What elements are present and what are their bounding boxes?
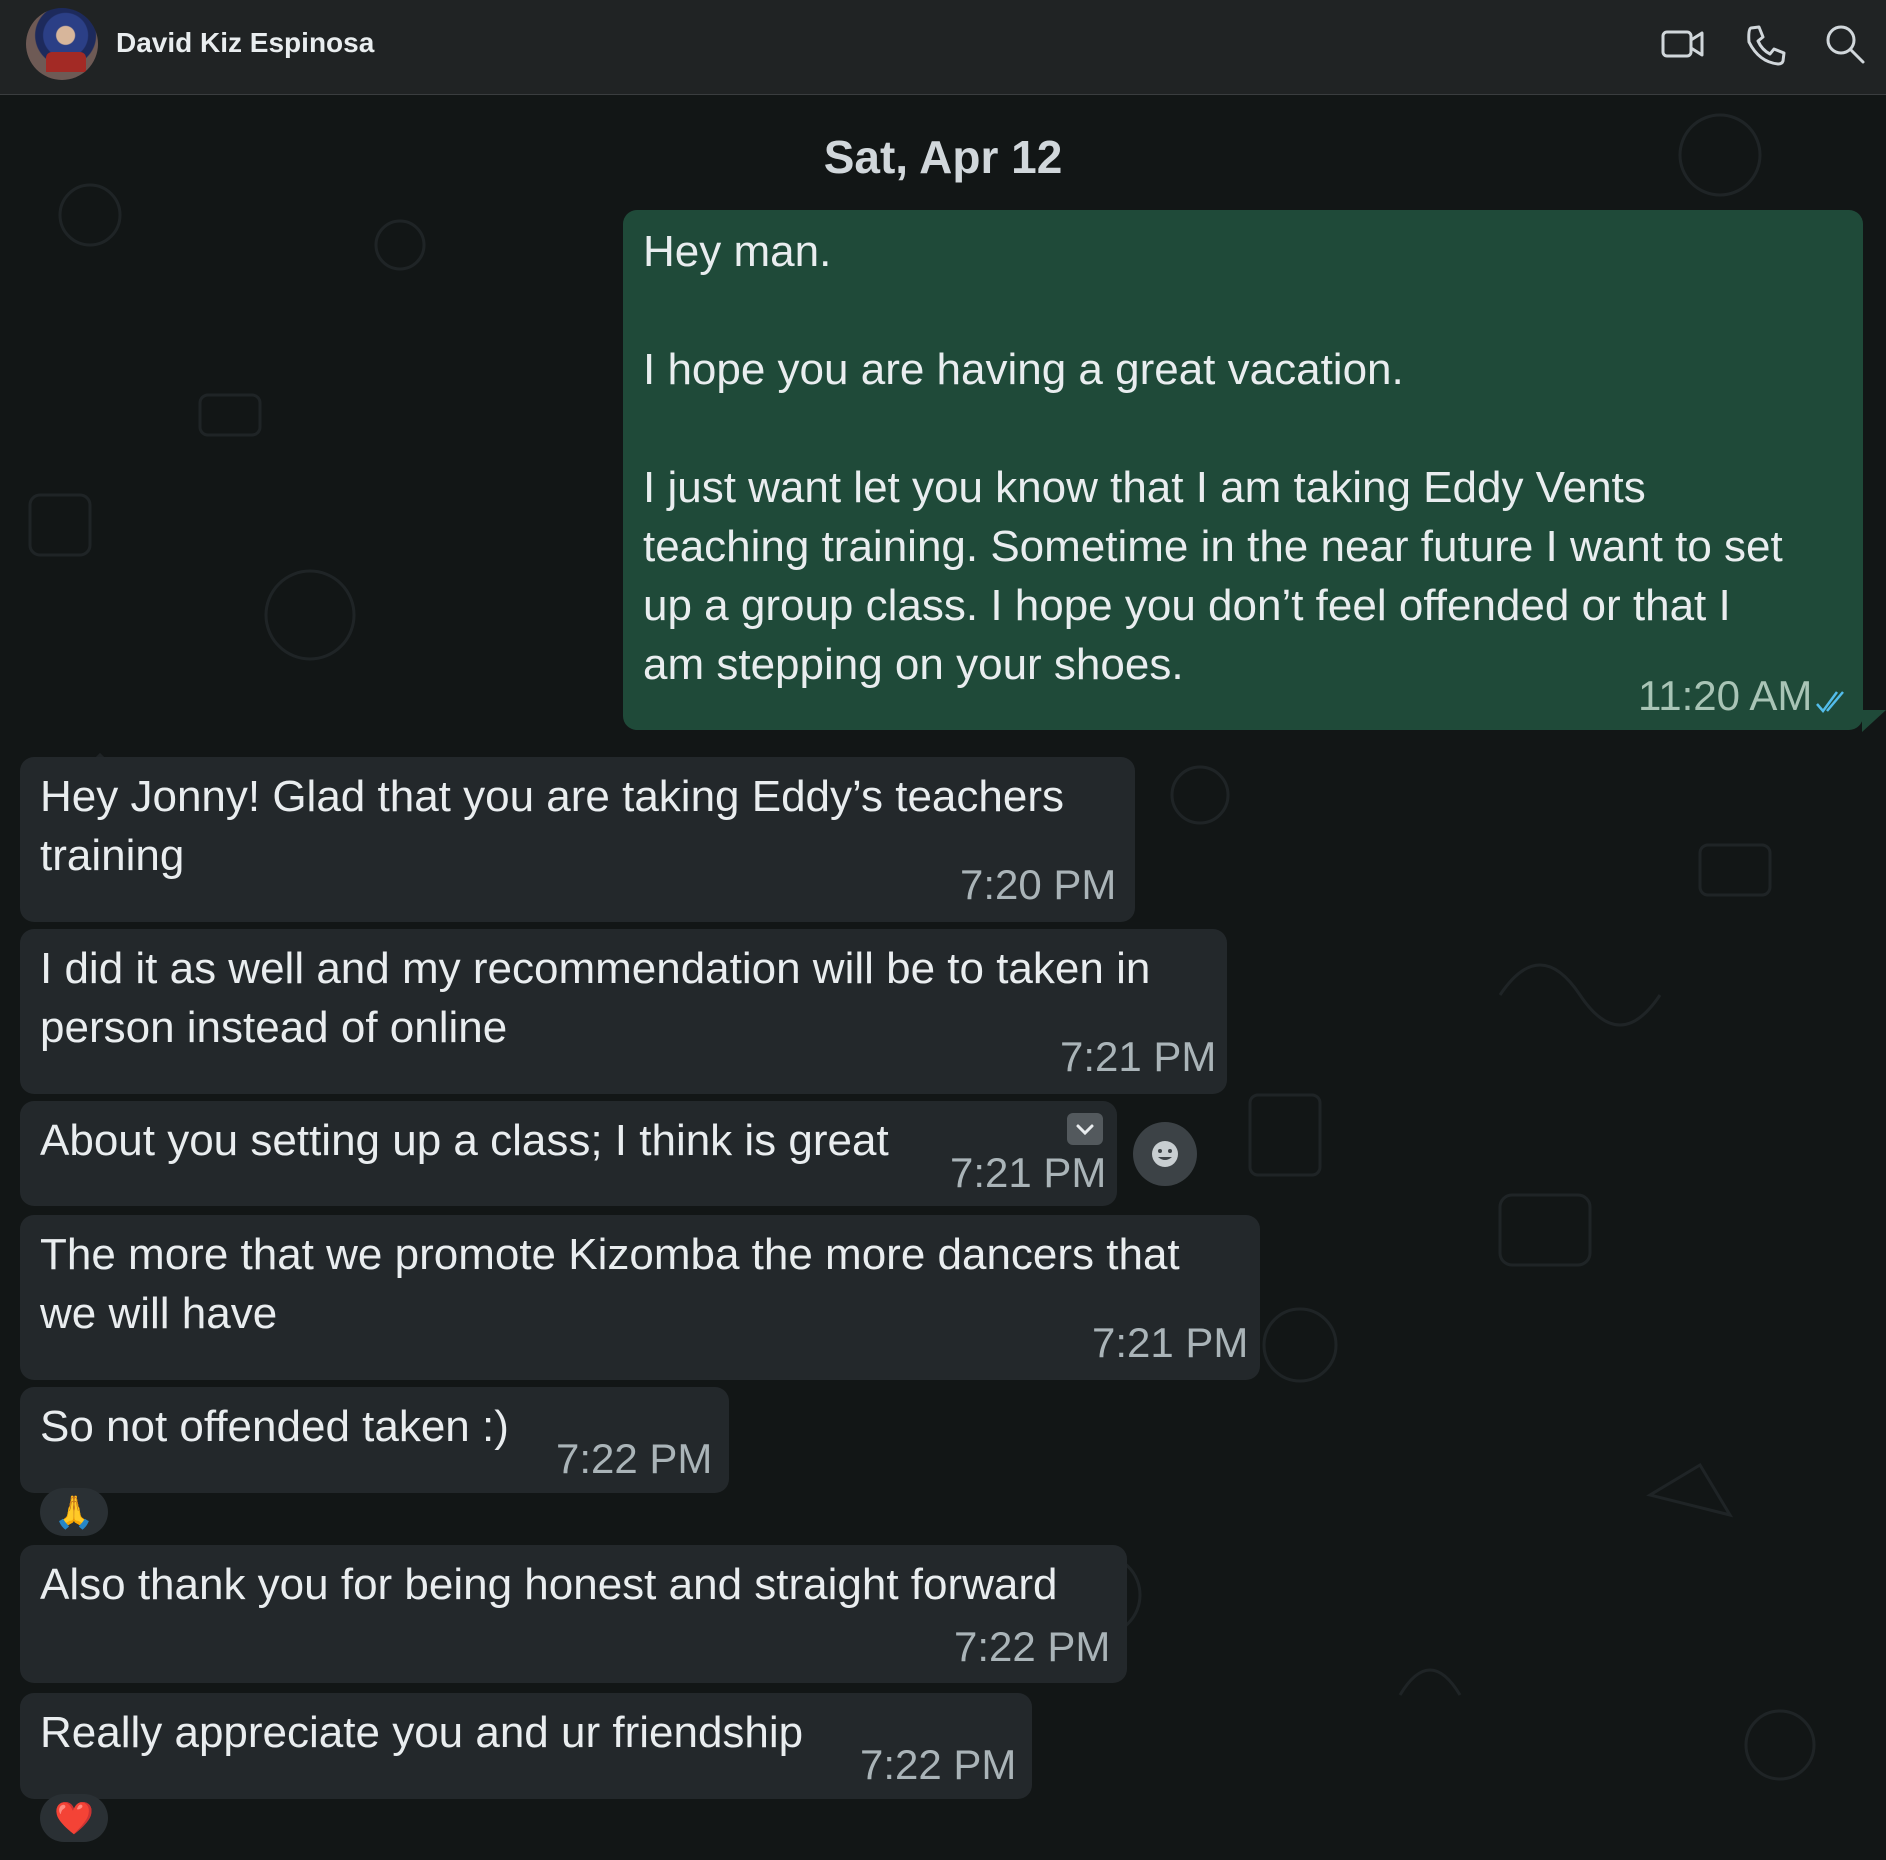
message-time: 7:21 PM [1060,1033,1217,1080]
message-time: 7:21 PM [950,1149,1107,1196]
incoming-message[interactable]: So not offended taken :) 7:22 PM [20,1387,729,1493]
message-text: About you setting up a class; I think is… [40,1116,889,1165]
bubble-tail [1862,710,1886,732]
message-text: Also thank you for being honest and stra… [40,1560,1058,1609]
message-time: 7:22 PM [954,1623,1111,1670]
incoming-message[interactable]: The more that we promote Kizomba the mor… [20,1215,1260,1380]
contact-name[interactable]: David Kiz Espinosa [116,27,374,59]
incoming-message[interactable]: I did it as well and my recommendation w… [20,929,1227,1094]
message-text: Hey man. I hope you are having a great v… [643,227,1783,689]
message-time: 7:22 PM [860,1741,1017,1788]
message-menu-button[interactable] [1067,1113,1103,1145]
video-camera-icon[interactable] [1660,22,1706,66]
chat-header: David Kiz Espinosa [0,0,1886,95]
incoming-message[interactable]: Hey Jonny! Glad that you are taking Eddy… [20,757,1135,922]
phone-icon[interactable] [1742,22,1788,66]
message-text: The more that we promote Kizomba the mor… [40,1230,1180,1338]
smiley-icon [1152,1141,1178,1167]
message-time: 7:20 PM [960,861,1117,908]
outgoing-message[interactable]: Hey man. I hope you are having a great v… [623,210,1863,730]
message-text: Really appreciate you and ur friendship [40,1708,804,1757]
incoming-message[interactable]: Also thank you for being honest and stra… [20,1545,1127,1683]
reaction-badge[interactable]: ❤️ [40,1794,108,1842]
avatar[interactable] [26,8,98,80]
message-text: I did it as well and my recommendation w… [40,944,1151,1052]
incoming-message[interactable]: About you setting up a class; I think is… [20,1101,1117,1206]
chevron-down-icon [1076,1124,1094,1136]
read-receipt-icon [1816,691,1844,714]
message-time: 11:20 AM [1638,672,1813,719]
react-button[interactable] [1133,1122,1197,1186]
message-time: 7:22 PM [556,1435,713,1482]
message-text: So not offended taken :) [40,1402,509,1451]
message-text: Hey Jonny! Glad that you are taking Eddy… [40,772,1064,880]
date-separator: Sat, Apr 12 [823,131,1063,183]
incoming-message[interactable]: Really appreciate you and ur friendship … [20,1693,1032,1799]
reaction-badge[interactable]: 🙏 [40,1488,108,1536]
message-time: 7:21 PM [1092,1319,1249,1366]
search-icon[interactable] [1822,22,1868,66]
